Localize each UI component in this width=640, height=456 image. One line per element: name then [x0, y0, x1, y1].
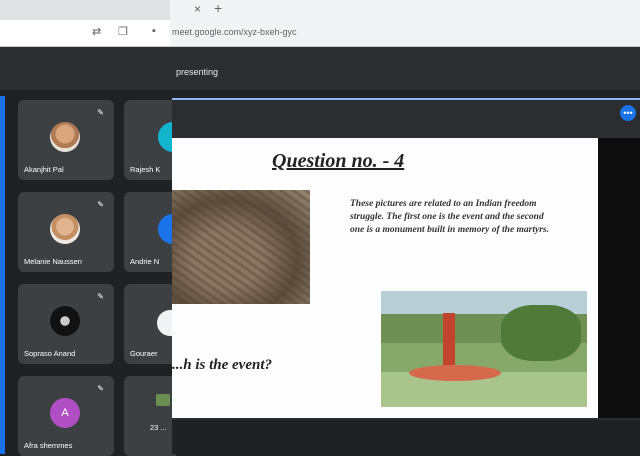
memorial-monument-photo — [381, 291, 587, 407]
translate-icon[interactable]: ⇄ — [92, 25, 101, 38]
slide-title: Question no. - 4 — [272, 150, 405, 172]
tab-close-icon[interactable]: × — [194, 2, 201, 16]
trees — [501, 305, 581, 361]
meet-header-bar — [0, 47, 640, 90]
participant-tile[interactable]: 23 ... — [124, 376, 176, 456]
slide-description: These pictures are related to an Indian … — [350, 199, 549, 235]
browser-tab-strip: × + — [0, 0, 640, 20]
more-participants-count: 23 ... — [150, 423, 167, 432]
presentation-highlight — [172, 98, 640, 100]
slide-question: ...h is the event? — [172, 357, 272, 373]
participant-name: Sopraso Anand — [24, 349, 76, 358]
presenting-label: presenting — [176, 67, 219, 77]
historical-event-photo — [172, 190, 310, 304]
participant-tile[interactable]: A ✎ Afra shemmes — [18, 376, 114, 456]
active-tab[interactable] — [170, 0, 640, 20]
lock-icon: ▪ — [152, 25, 156, 37]
pin-icon[interactable]: ✎ — [97, 292, 104, 301]
participant-name: Rajesh K — [130, 165, 161, 174]
address-bar-left — [0, 20, 170, 46]
more-options-icon[interactable]: ••• — [620, 105, 636, 121]
monument-base — [409, 365, 501, 381]
meeting-controls-bar — [172, 420, 640, 454]
participant-tile[interactable]: ✎ Melanie Naussen — [18, 192, 114, 272]
pin-icon[interactable]: ✎ — [97, 200, 104, 209]
avatar — [50, 122, 80, 152]
participant-tile[interactable]: Rajesh K — [124, 100, 188, 180]
url-text[interactable]: meet.google.com/xyz-bxeh-gyc — [172, 27, 297, 37]
slide-right-margin — [598, 138, 640, 418]
avatar — [50, 306, 80, 336]
avatar — [50, 214, 80, 244]
new-tab-icon[interactable]: + — [214, 0, 222, 16]
pin-icon[interactable]: ✎ — [97, 108, 104, 117]
bookmark-icon[interactable]: ❐ — [118, 25, 128, 38]
sidebar-scroll-indicator[interactable] — [0, 96, 5, 454]
participant-name: Akanjhit Pal — [24, 165, 64, 174]
participant-tile[interactable]: Andrie N — [124, 192, 188, 272]
pin-icon[interactable]: ✎ — [97, 384, 104, 393]
participant-name: Andrie N — [130, 257, 160, 266]
more-participants-icon — [156, 394, 170, 406]
participant-name: Melanie Naussen — [24, 257, 82, 266]
participant-name: Afra shemmes — [24, 441, 73, 450]
participant-tile[interactable]: ✎ Akanjhit Pal — [18, 100, 114, 180]
participant-tile[interactable]: ✎ Sopraso Anand — [18, 284, 114, 364]
participant-name: Gouraer — [130, 349, 158, 358]
address-bar[interactable]: ⇄ ❐ ▪ meet.google.com/xyz-bxeh-gyc — [0, 20, 640, 47]
avatar: A — [50, 398, 80, 428]
